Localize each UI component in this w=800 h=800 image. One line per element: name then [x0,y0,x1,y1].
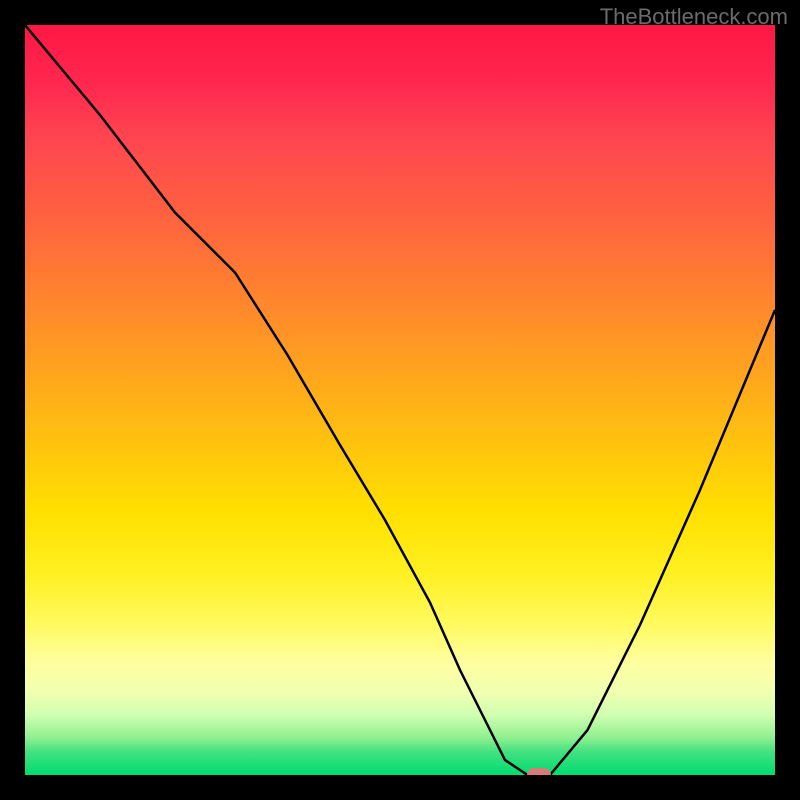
optimal-marker [527,768,551,775]
chart-plot-area [25,25,775,775]
watermark-text: TheBottleneck.com [600,4,788,30]
bottleneck-curve [25,25,775,775]
